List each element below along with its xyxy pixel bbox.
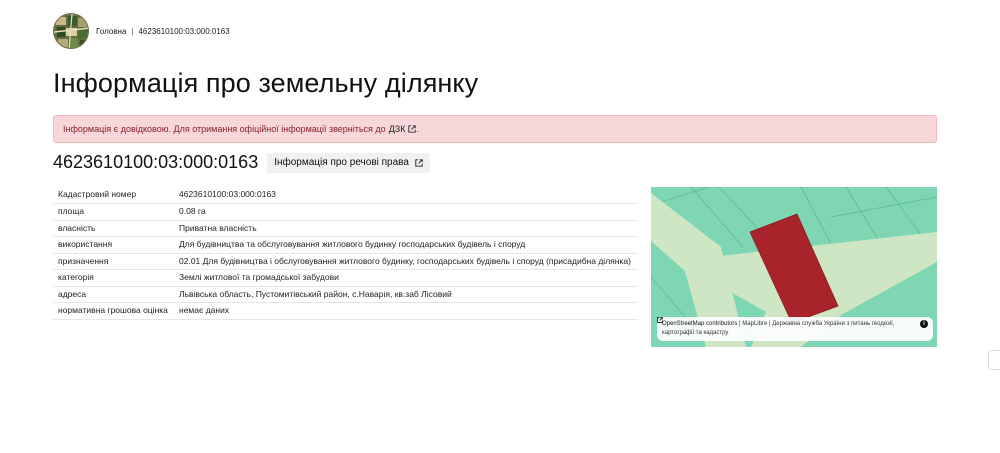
table-row: призначення 02.01 Для будівництва і обсл…: [53, 253, 638, 270]
row-value: Для будівництва та обслуговування житлов…: [174, 236, 638, 254]
table-row: категорія Землі житлової та громадської …: [53, 269, 638, 287]
side-widget-tab[interactable]: [988, 350, 1000, 370]
maplibre-link[interactable]: MapLibre: [742, 321, 767, 327]
breadcrumb-current: 4623610100:03:000:0163: [138, 26, 230, 36]
property-rights-button[interactable]: Інформація про речові права: [267, 152, 430, 173]
table-row: використання Для будівництва та обслугов…: [53, 236, 638, 254]
table-row: площа 0.08 га: [53, 203, 638, 221]
map-attribution: OpenStreetMap contributors | MapLibre | …: [657, 317, 933, 341]
osm-link[interactable]: OpenStreetMap contributors: [662, 321, 737, 327]
row-key: категорія: [53, 269, 174, 287]
row-key: нормативна грошова оцінка: [53, 302, 174, 320]
row-key: Кадастровий номер: [53, 187, 174, 204]
alert-text: Інформація є довідковою. Для отримання о…: [63, 124, 386, 134]
page-title: Інформація про земельну ділянку: [53, 68, 479, 98]
dzk-link-label: ДЗК: [388, 124, 406, 134]
breadcrumb: Головна | 4623610100:03:000:0163: [96, 27, 230, 36]
property-rights-button-label: Інформація про речові права: [274, 157, 409, 168]
row-value: 4623610100:03:000:0163: [174, 187, 638, 204]
table-row: власність Приватна власність: [53, 220, 638, 237]
dzk-link[interactable]: ДЗК: [389, 124, 417, 134]
table-row: Кадастровий номер 4623610100:03:000:0163: [53, 187, 638, 204]
cadastral-heading: 4623610100:03:000:0163 Інформація про ре…: [53, 152, 430, 173]
parcel-map[interactable]: OpenStreetMap contributors | MapLibre | …: [651, 187, 937, 347]
table-row: нормативна грошова оцінка немає даних: [53, 302, 638, 320]
row-value: Землі житлової та громадської забудови: [174, 269, 638, 287]
row-value: Приватна власність: [174, 220, 638, 237]
parcel-info-table: Кадастровий номер 4623610100:03:000:0163…: [53, 187, 638, 320]
header: Головна | 4623610100:03:000:0163: [53, 13, 230, 49]
row-value: Львівська область, Пустомитівський район…: [174, 286, 638, 303]
alert-end: .: [416, 124, 419, 134]
table-row: адреса Львівська область, Пустомитівськи…: [53, 286, 638, 303]
row-value: 0.08 га: [174, 203, 638, 221]
row-key: власність: [53, 220, 174, 237]
attribution-separator: |: [768, 321, 771, 327]
row-key: адреса: [53, 286, 174, 303]
row-key: площа: [53, 203, 174, 221]
external-link-icon: [657, 317, 663, 323]
breadcrumb-separator: |: [131, 26, 134, 36]
attribution-separator: |: [739, 321, 741, 327]
external-link-icon: [415, 158, 423, 167]
disclaimer-alert: Інформація є довідковою. Для отримання о…: [53, 115, 937, 143]
attribution-info-icon[interactable]: i: [920, 320, 928, 328]
row-value: 02.01 Для будівництва і обслуговування ж…: [174, 253, 638, 270]
external-link-icon: [408, 125, 417, 133]
row-key: призначення: [53, 253, 174, 270]
cadastral-number: 4623610100:03:000:0163: [53, 152, 259, 172]
row-value: немає даних: [174, 302, 638, 320]
row-key: використання: [53, 236, 174, 254]
breadcrumb-home-link[interactable]: Головна: [96, 27, 126, 36]
logo[interactable]: [53, 13, 89, 49]
